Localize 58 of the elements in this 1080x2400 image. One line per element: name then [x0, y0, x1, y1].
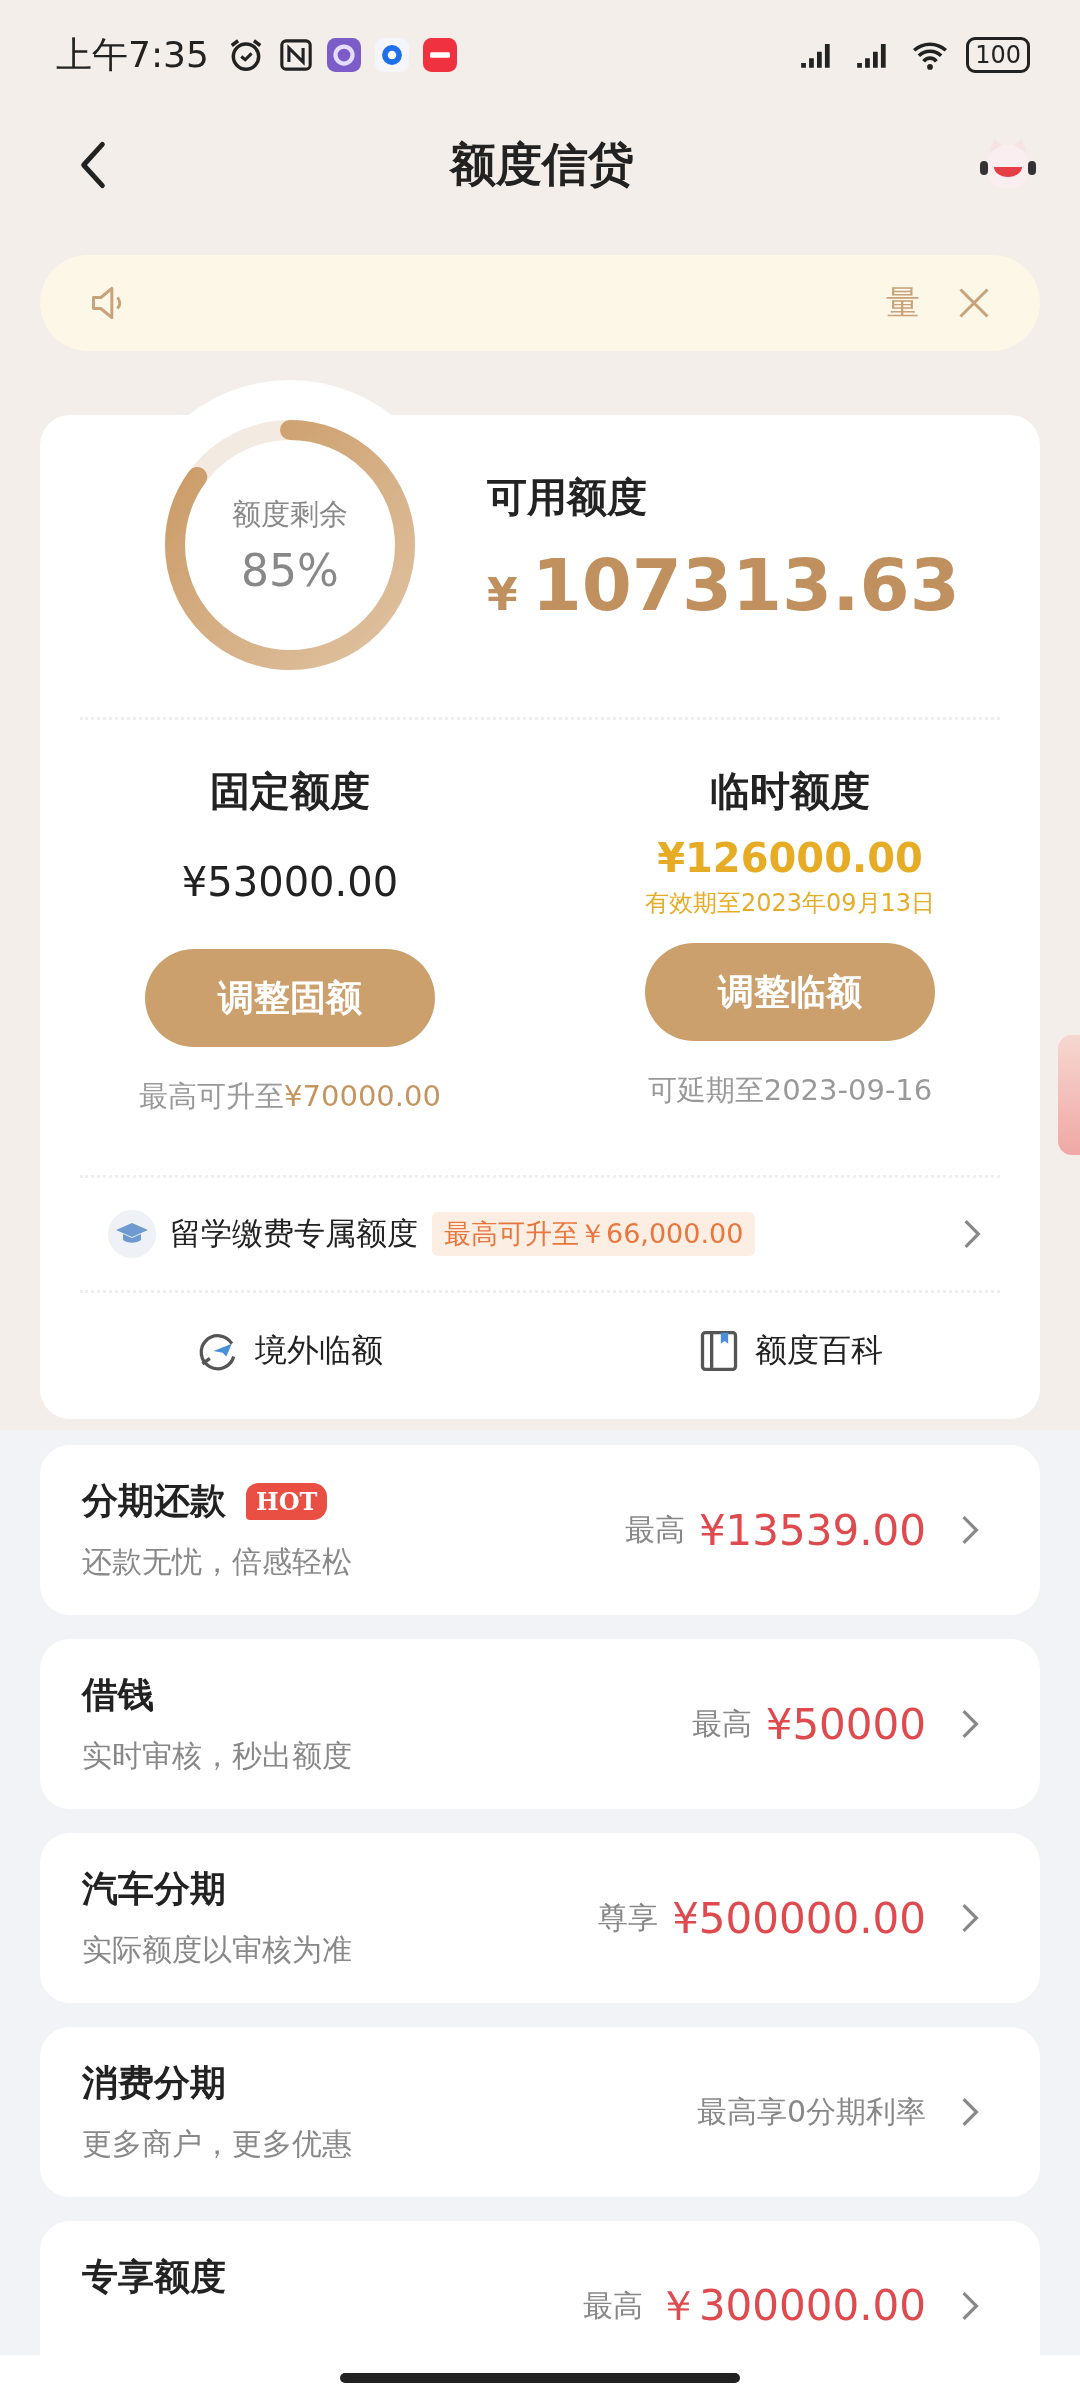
app-icon [326, 38, 361, 72]
amount-prefix: 最高享0分期利率 [696, 2092, 926, 2131]
chevron-icon [960, 2290, 980, 2322]
product-title: 消费分期 [82, 2061, 226, 2105]
available-label: 可用额度 [487, 473, 648, 522]
product-title: 分期还款 [82, 1479, 226, 1523]
product-amount: ¥13539.00 [698, 1505, 926, 1555]
chevron-icon [960, 1514, 980, 1546]
product-amount: ¥500000.00 [672, 1893, 926, 1943]
product-card[interactable]: 消费分期 更多商户，更多优惠 最高享0分期利率 [40, 2027, 1040, 2197]
notice-text: 量 [886, 281, 920, 324]
limit-label: 临时额度 [710, 767, 870, 816]
product-amount: ￥300000.00 [656, 2280, 926, 2332]
chevron-icon [962, 1218, 982, 1250]
app-icon [374, 38, 409, 72]
ring-label: 额度剩余 [232, 495, 348, 533]
graduation-cap-icon [108, 1210, 156, 1258]
back-button[interactable] [78, 140, 108, 190]
amount-prefix: 最高 [582, 2286, 643, 2325]
product-card[interactable]: 借钱 实时审核，秒出额度 最高 ¥50000 [40, 1639, 1040, 1809]
limit-note: 最高可升至¥70000.00 [139, 1078, 441, 1115]
limit-amount: ¥126000.00 [657, 835, 923, 881]
nfc-icon [278, 38, 313, 72]
battery-indicator: 100 [966, 37, 1030, 73]
product-subtitle: 实时审核，秒出额度 [82, 1737, 352, 1775]
chevron-icon [960, 1902, 980, 1934]
limit-note: 可延期至2023-09-16 [647, 1072, 933, 1109]
limit-tag: 最高可升至￥66,000.00 [432, 1212, 756, 1256]
status-time: 上午7:35 [56, 32, 209, 77]
product-subtitle: 实际额度以审核为准 [82, 1931, 352, 1969]
ring-value: 85% [241, 544, 339, 596]
product-card[interactable]: 汽车分期 实际额度以审核为准 尊享 ¥500000.00 [40, 1833, 1040, 2003]
product-title: 借钱 [82, 1673, 154, 1717]
limit-amount: ¥53000.00 [181, 859, 399, 905]
product-title: 专享额度 [82, 2255, 226, 2299]
limit-label: 固定额度 [210, 767, 370, 816]
page-title: 额度信贷 [450, 136, 634, 193]
chevron-icon [960, 1708, 980, 1740]
product-amount: ¥50000 [765, 1699, 926, 1749]
product-subtitle: 还款无忧，倍感轻松 [82, 1543, 352, 1581]
available-amount: 107313.63 [531, 543, 960, 627]
product-card[interactable]: 专享额度 最高 ￥300000.00 [40, 2221, 1040, 2355]
amount-prefix: 尊享 [598, 1898, 659, 1937]
quick-link[interactable]: 额度百科 [540, 1329, 1040, 1373]
currency-sign: ¥ [487, 569, 518, 620]
validity-text: 有效期至2023年09月13日 [644, 888, 936, 919]
amount-prefix: 最高 [691, 1704, 752, 1743]
study-label: 留学缴费专属额度 [170, 1214, 418, 1253]
product-title: 汽车分期 [82, 1867, 226, 1911]
chevron-icon [960, 2096, 980, 2128]
hot-badge: HOT [246, 1483, 328, 1520]
quick-link[interactable]: 境外临额 [40, 1329, 540, 1373]
home-indicator[interactable] [340, 2372, 740, 2383]
app-icon [422, 38, 457, 72]
study-row[interactable]: 留学缴费专属额度 最高可升至￥66,000.00 [40, 1178, 1040, 1290]
product-card[interactable]: 分期还款 HOT 还款无忧，倍感轻松 最高 ¥13539.00 [40, 1445, 1040, 1615]
product-subtitle: 更多商户，更多优惠 [82, 2125, 352, 2163]
amount-prefix: 最高 [624, 1510, 685, 1549]
